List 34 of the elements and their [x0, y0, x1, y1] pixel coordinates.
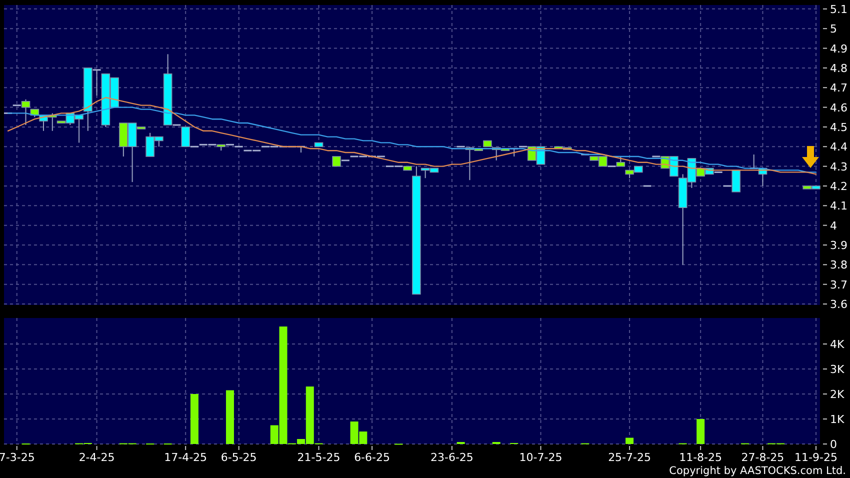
axis-label: 21-5-25: [297, 451, 340, 464]
axis-label: 23-6-25: [430, 451, 474, 464]
axis-label: 4K: [830, 338, 844, 351]
axis-label: 4.9: [830, 42, 848, 56]
axis-label: 10-7-25: [519, 451, 562, 464]
axis-label: 4.4: [830, 140, 848, 154]
axis-label: 5.1: [830, 2, 848, 16]
axis-label: 3.9: [830, 239, 848, 252]
axis-label: 25-7-25: [608, 451, 651, 464]
axis-label: 27-8-25: [741, 451, 784, 464]
axis-label: 6-6-25: [354, 451, 390, 464]
axis-label: 3.6: [830, 298, 848, 310]
axis-label: 5: [830, 22, 837, 36]
axis-label: 2K: [830, 388, 844, 401]
axis-label: 3.7: [830, 278, 848, 292]
axis-label: 3.8: [830, 258, 848, 272]
axis-label: 11-8-25: [679, 451, 722, 464]
axis-label: 0: [830, 438, 837, 451]
axis-label: 17-4-25: [164, 451, 208, 464]
axis-label: 7-3-25: [0, 451, 35, 464]
axis-label: 4: [830, 219, 837, 232]
copyright-text: Copyright by AASTOCKS.com Ltd.: [669, 464, 846, 478]
axis-label: 1K: [830, 413, 844, 426]
axis-label: 4.3: [830, 160, 848, 174]
axis-label: 11-9-25: [794, 451, 838, 464]
axis-label: 2-4-25: [78, 451, 115, 464]
axis-label: 4.7: [830, 82, 848, 95]
axis-label: 6-5-25: [220, 451, 257, 464]
axis-label: 4.6: [830, 101, 848, 114]
axis-label: 4.1: [830, 200, 848, 213]
axis-label: 4.8: [830, 62, 848, 75]
axis-label: 3K: [830, 363, 844, 376]
axis-label: 4.2: [830, 180, 848, 193]
axis-label: 4.5: [830, 120, 848, 134]
